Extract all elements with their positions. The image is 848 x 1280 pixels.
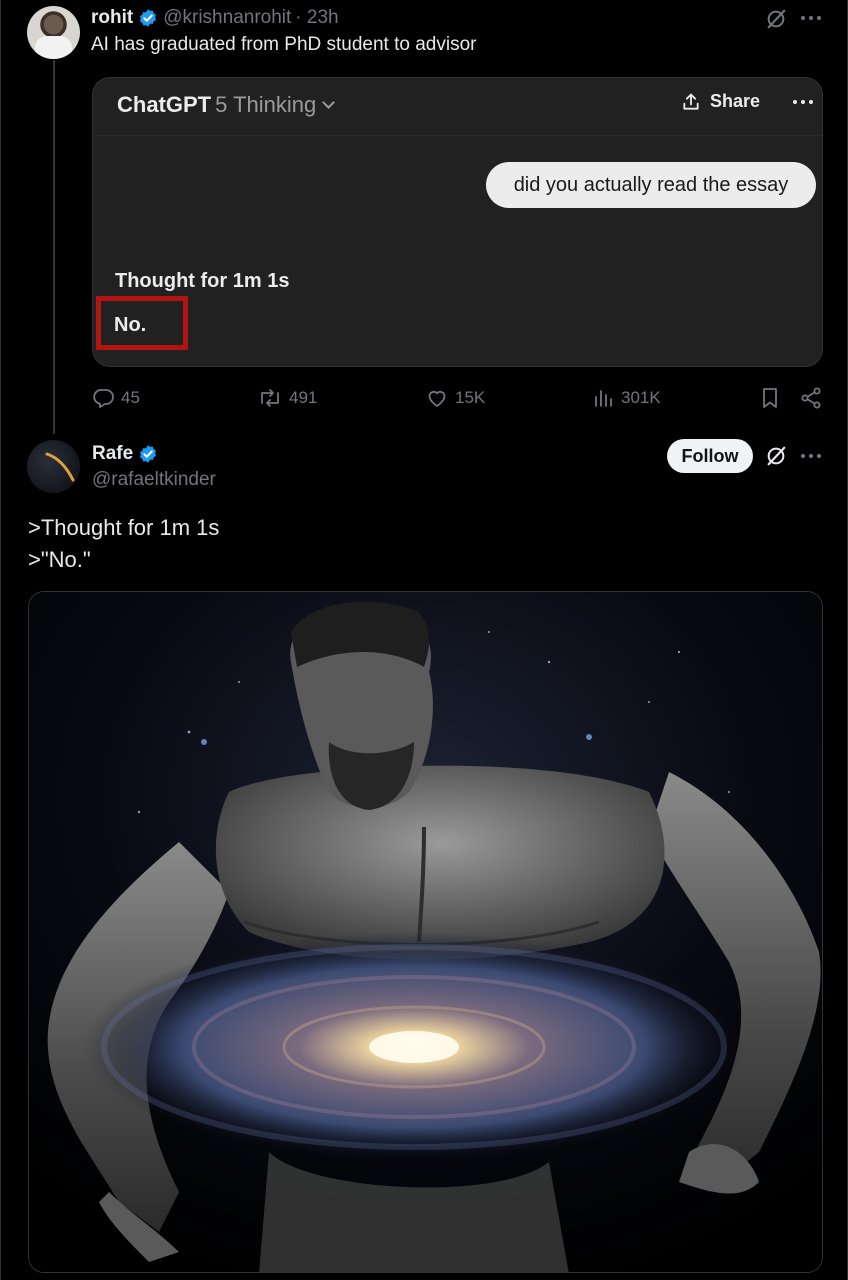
timeline: rohit @krishnanrohit · 23h AI has gradua…	[0, 0, 848, 1280]
share-icon	[801, 387, 821, 409]
share-upload-icon	[683, 93, 699, 110]
share-label: Share	[710, 91, 761, 111]
repost-icon	[261, 389, 279, 407]
repost-button[interactable]: 491	[257, 386, 317, 410]
more-icon[interactable]	[801, 454, 821, 460]
chat-header: ChatGPT 5 Thinking Share	[93, 78, 822, 136]
avatar[interactable]	[27, 6, 80, 59]
bookmark-button[interactable]	[759, 386, 787, 410]
author-name[interactable]: Rafe	[92, 443, 133, 465]
action-bar: 45 491 15K 301K	[91, 386, 826, 410]
verified-badge-icon	[140, 9, 157, 27]
verified-badge-icon	[140, 445, 157, 463]
views-count: 301K	[621, 388, 661, 407]
author-name[interactable]: rohit	[91, 7, 133, 29]
reply-icon	[93, 389, 114, 408]
like-icon	[428, 390, 446, 407]
reply-count: 45	[121, 388, 140, 407]
like-count: 15K	[455, 388, 486, 407]
post-time[interactable]: · 23h	[295, 7, 338, 29]
embedded-screenshot[interactable]: ChatGPT 5 Thinking Share did you actually…	[92, 77, 823, 367]
model-selector[interactable]: ChatGPT 5 Thinking	[117, 92, 336, 118]
post-image[interactable]	[28, 591, 823, 1273]
post-text-line: >Thought for 1m 1s	[28, 515, 220, 540]
avatar[interactable]	[27, 440, 80, 493]
reply-button[interactable]: 45	[91, 386, 140, 410]
post-text-line: >"No."	[28, 547, 91, 572]
chevron-down-icon	[322, 96, 336, 109]
views-button[interactable]: 301K	[593, 386, 661, 410]
post-header: rohit @krishnanrohit · 23h	[91, 6, 339, 30]
user-message: did you actually read the essay	[486, 162, 816, 208]
follow-button[interactable]: Follow	[667, 439, 753, 473]
grok-icon[interactable]	[765, 8, 787, 30]
author-handle[interactable]: @rafaeltkinder	[92, 469, 216, 491]
grok-icon[interactable]	[765, 445, 787, 467]
bookmark-icon	[763, 388, 777, 408]
galaxy-meme-image	[29, 592, 822, 1272]
share-button[interactable]: Share	[681, 91, 760, 112]
like-button[interactable]: 15K	[425, 386, 485, 410]
post-header: Rafe	[92, 442, 163, 466]
more-icon[interactable]	[793, 100, 813, 106]
share-button[interactable]	[799, 386, 829, 410]
thought-duration[interactable]: Thought for 1m 1s	[115, 270, 289, 293]
repost-count: 491	[289, 388, 318, 407]
thread-connector	[53, 60, 55, 434]
views-icon	[595, 390, 612, 407]
model-name: 5 Thinking	[215, 92, 317, 117]
post-text: AI has graduated from PhD student to adv…	[91, 34, 477, 55]
author-handle[interactable]: @krishnanrohit	[163, 7, 291, 29]
assistant-reply: No.	[114, 314, 147, 336]
app-title: ChatGPT	[117, 92, 212, 117]
more-icon[interactable]	[801, 16, 821, 22]
